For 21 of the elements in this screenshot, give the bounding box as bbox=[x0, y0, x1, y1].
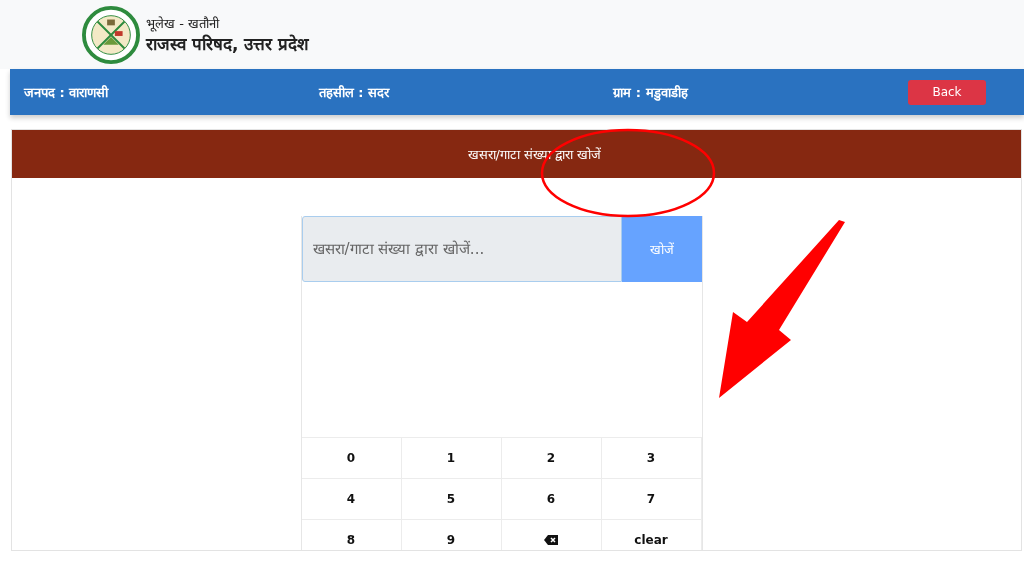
digit-key[interactable]: 7 bbox=[601, 478, 702, 519]
digit-key[interactable]: 6 bbox=[501, 478, 602, 519]
digit-key[interactable]: 3 bbox=[601, 437, 702, 478]
backspace-icon bbox=[544, 535, 558, 545]
digit-key[interactable]: 8 bbox=[301, 519, 402, 550]
digit-key[interactable]: 0 bbox=[301, 437, 402, 478]
digit-key[interactable]: 1 bbox=[401, 437, 502, 478]
emblem-logo bbox=[82, 5, 140, 64]
digit-key[interactable]: 4 bbox=[301, 478, 402, 519]
location-label: ग्राम : मडुवाडीह bbox=[613, 84, 690, 101]
site-title: राजस्व परिषद, उत्तर प्रदेश bbox=[146, 33, 310, 55]
backspace-key[interactable] bbox=[501, 519, 602, 550]
digit-key[interactable]: 5 bbox=[401, 478, 502, 519]
location-label: जनपद : वाराणसी bbox=[24, 84, 110, 101]
site-subtitle: भूलेख - खतौनी bbox=[146, 15, 221, 32]
search-field[interactable]: खसरा/गाटा संख्या द्वारा खोजें... bbox=[301, 216, 622, 282]
clear-key[interactable]: clear bbox=[601, 519, 702, 550]
back-button[interactable]: Back bbox=[908, 79, 986, 105]
section-title: खसरा/गाटा संख्या द्वारा खोजें bbox=[467, 146, 602, 163]
digit-key[interactable]: 2 bbox=[501, 437, 602, 478]
digit-key[interactable]: 9 bbox=[401, 519, 502, 550]
